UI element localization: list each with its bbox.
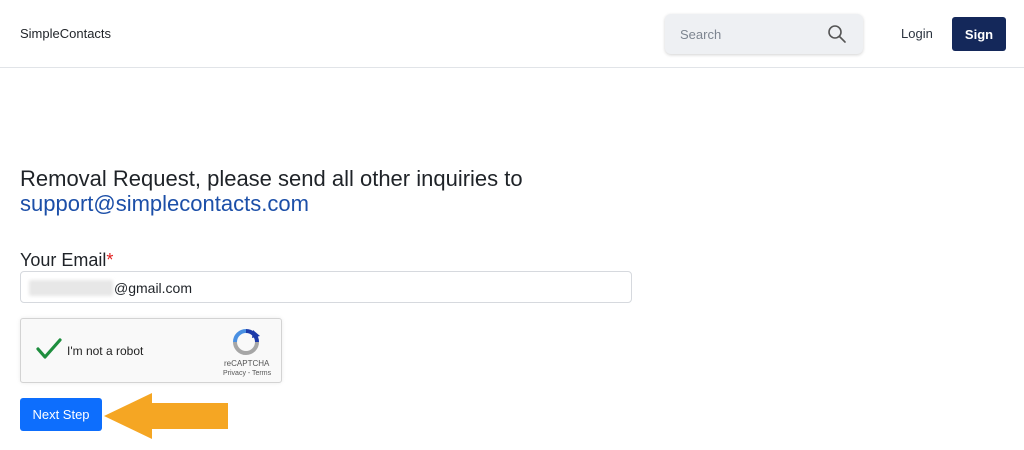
captcha-label: I'm not a robot xyxy=(67,344,144,358)
email-field[interactable]: @gmail.com xyxy=(20,271,632,303)
page-heading: Removal Request, please send all other i… xyxy=(20,166,523,191)
recaptcha-logo-icon xyxy=(233,329,260,355)
brand-logo[interactable]: SimpleContacts xyxy=(20,26,111,41)
recaptcha-brand: reCAPTCHA xyxy=(224,359,270,368)
email-value: @gmail.com xyxy=(114,280,193,296)
top-header: SimpleContacts Login Sign xyxy=(0,0,1024,68)
recaptcha-widget: I'm not a robot reCAPTCHA Privacy - Term… xyxy=(20,318,282,383)
support-email-link[interactable]: support@simplecontacts.com xyxy=(20,191,309,216)
sign-button[interactable]: Sign xyxy=(952,17,1006,51)
search-input[interactable] xyxy=(680,27,820,42)
next-step-button[interactable]: Next Step xyxy=(20,398,102,431)
email-label-text: Your Email xyxy=(20,250,107,270)
required-mark: * xyxy=(106,250,114,270)
recaptcha-terms-link[interactable]: Privacy - Terms xyxy=(223,370,271,377)
search-box[interactable] xyxy=(665,14,863,54)
login-link[interactable]: Login xyxy=(901,26,933,41)
arrow-left-icon xyxy=(104,393,228,439)
checkmark-icon[interactable] xyxy=(35,337,63,361)
email-redacted-part xyxy=(29,280,113,296)
email-field-label: Your Email* xyxy=(20,250,113,271)
search-icon[interactable] xyxy=(827,24,847,44)
